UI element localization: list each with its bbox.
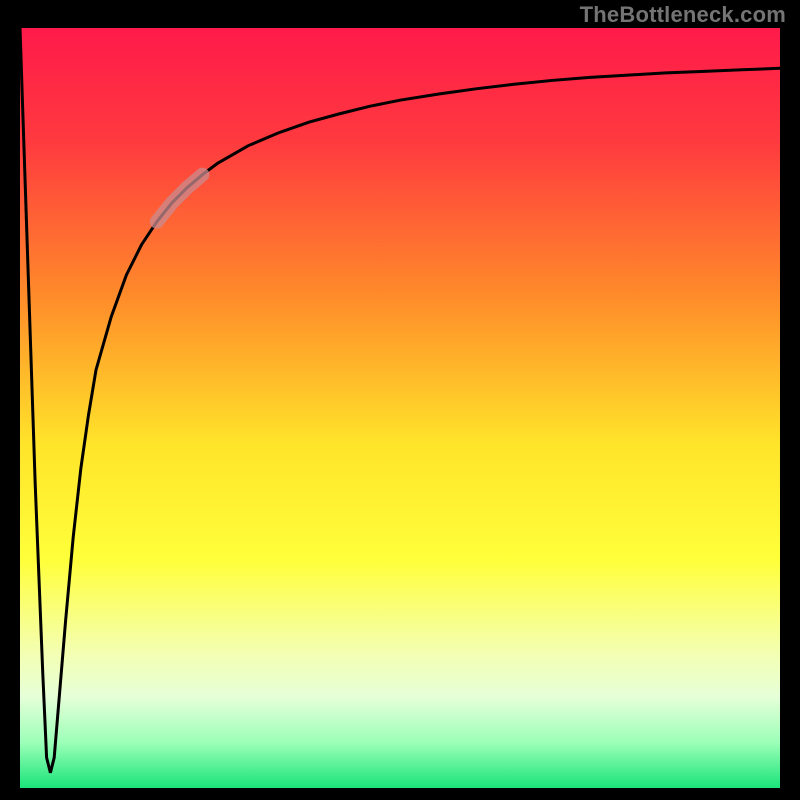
gradient-background — [20, 28, 780, 788]
chart-frame: TheBottleneck.com — [0, 0, 800, 800]
chart-svg — [20, 28, 780, 788]
watermark-label: TheBottleneck.com — [580, 2, 786, 28]
plot-area — [20, 28, 780, 788]
